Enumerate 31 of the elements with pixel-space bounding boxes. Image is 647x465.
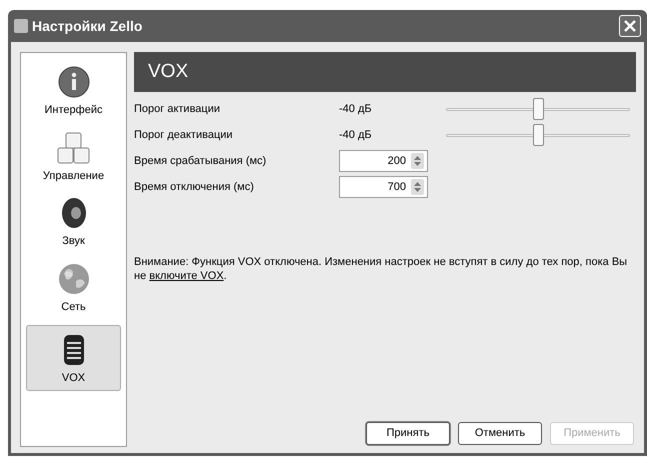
sidebar-item[interactable]: Сеть (26, 260, 121, 319)
close-button[interactable] (619, 15, 641, 37)
number-spinbox[interactable]: 700 (339, 176, 428, 198)
sidebar-item[interactable]: Интерфейс (26, 63, 121, 122)
section-header: VOX (134, 52, 636, 92)
setting-label: Порог активации (134, 102, 221, 117)
warning-message: Внимание: Функция VOX отключена. Изменения настроек не вступят в силу до тех пор, пока Вы не включите VOX. (134, 255, 628, 283)
level-reading: -40 дБ (339, 102, 373, 117)
sidebar-item[interactable]: VOX (26, 325, 121, 390)
spin-arrows-icon (411, 153, 424, 169)
globe-icon (58, 262, 90, 294)
window-title: Настройки Zello (32, 16, 142, 36)
sidebar-item[interactable]: Управление (26, 128, 121, 188)
dialog-button[interactable]: Отменить (458, 422, 542, 445)
level-slider[interactable] (446, 124, 630, 146)
level-slider[interactable] (446, 98, 630, 120)
close-icon (623, 19, 637, 33)
sidebar-item[interactable]: Звук (26, 194, 121, 254)
spin-arrows-icon (411, 179, 424, 195)
enable-vox-link[interactable]: включите VOX (149, 270, 224, 282)
dialog-button[interactable]: Принять (366, 422, 450, 445)
setting-label: Время отключения (мс) (134, 180, 255, 195)
level-reading: -40 дБ (339, 128, 373, 143)
app-logo-icon (14, 19, 28, 33)
info-icon (58, 66, 90, 98)
microphone-icon (62, 334, 84, 366)
setting-label: Время срабатывания (мс) (134, 154, 268, 169)
speaker-icon (60, 197, 88, 229)
setting-label: Порог деактивации (134, 128, 234, 143)
blocks-icon (56, 132, 90, 164)
number-spinbox[interactable]: 200 (339, 150, 428, 172)
